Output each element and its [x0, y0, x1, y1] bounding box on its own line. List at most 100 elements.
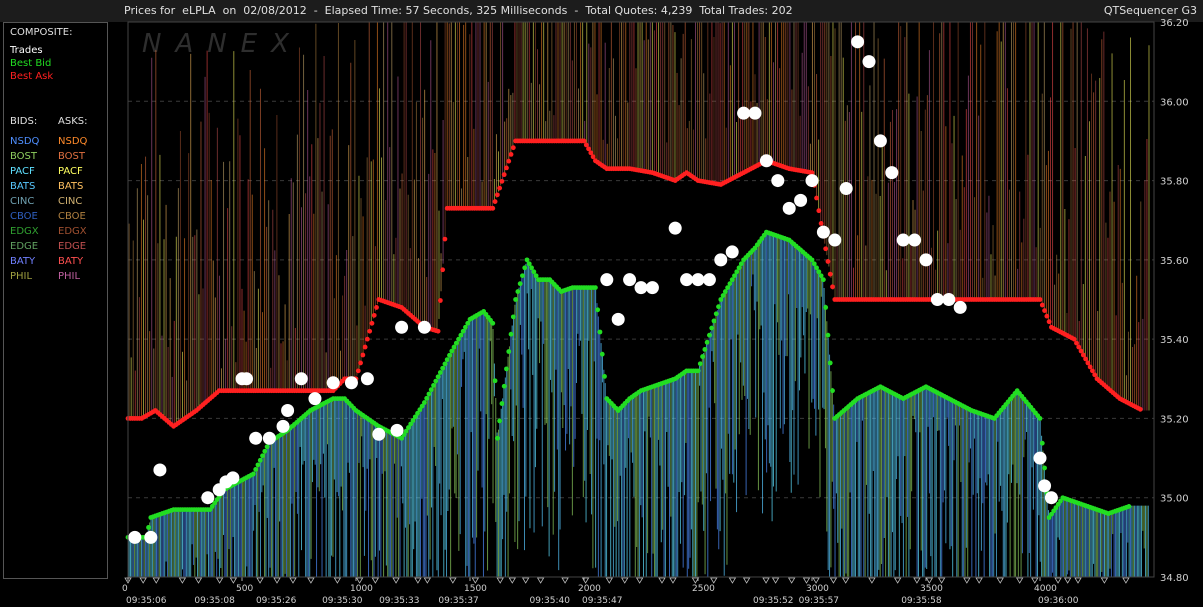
event-marker	[152, 577, 160, 584]
best-bid-point	[513, 297, 518, 302]
trade-point	[249, 431, 263, 445]
event-marker	[893, 577, 902, 584]
event-marker	[812, 577, 820, 584]
trade-point	[326, 376, 340, 390]
best-bid-point	[251, 471, 256, 477]
trade-point	[862, 55, 876, 69]
event-marker	[581, 577, 590, 584]
best-ask-point	[437, 298, 443, 303]
trade-point	[1033, 451, 1047, 465]
best-bid-point	[497, 418, 503, 424]
best-bid-point	[444, 357, 450, 363]
trade-point	[805, 174, 819, 188]
trade-point	[1044, 491, 1058, 505]
event-marker	[1054, 577, 1062, 584]
best-bid-point	[1126, 504, 1132, 509]
event-marker	[829, 577, 838, 584]
trade-point	[600, 273, 614, 287]
best-bid-point	[447, 352, 452, 358]
best-ask-point	[1137, 406, 1143, 412]
best-bid-point	[508, 331, 514, 337]
trade-point	[395, 320, 409, 334]
best-bid-point	[510, 314, 516, 320]
trade-point	[896, 233, 910, 247]
best-bid-point	[435, 374, 441, 380]
best-ask-point	[814, 195, 819, 201]
y-tick-label: 35.60	[1160, 256, 1189, 267]
y-tick-label: 35.00	[1160, 494, 1189, 505]
best-bid-point	[599, 351, 605, 357]
event-marker	[178, 577, 187, 584]
best-bid-point	[260, 453, 265, 459]
best-bid-point	[700, 354, 705, 359]
trade-point	[873, 134, 887, 148]
trade-point	[702, 273, 716, 287]
best-bid-point	[257, 457, 263, 463]
best-bid-point	[255, 462, 261, 468]
best-bid-point	[821, 277, 826, 283]
trade-point	[737, 106, 751, 120]
event-marker	[561, 577, 569, 584]
best-ask-point	[371, 312, 377, 318]
trade-point	[645, 281, 659, 295]
best-ask-point	[501, 172, 507, 178]
y-tick-label: 35.40	[1160, 335, 1189, 346]
best-bid-point	[422, 400, 427, 405]
event-marker	[996, 577, 1004, 584]
time-label: 09:35:30	[322, 596, 363, 606]
trade-point	[771, 174, 785, 188]
event-marker	[496, 577, 504, 584]
time-label: 09:35:06	[126, 596, 167, 606]
best-bid-point	[713, 311, 719, 317]
best-ask-point	[365, 336, 370, 342]
x-tick-label: 3000	[806, 584, 829, 594]
event-marker	[414, 577, 422, 584]
time-label: 09:35:58	[901, 596, 942, 606]
event-marker	[289, 577, 297, 584]
best-ask-point	[360, 352, 366, 358]
best-ask-point	[367, 328, 373, 334]
event-marker	[937, 577, 946, 584]
best-ask-point	[490, 205, 496, 211]
best-bid-point	[707, 332, 712, 338]
best-bid-point	[437, 370, 443, 375]
trade-point	[153, 463, 167, 477]
y-tick-label: 36.20	[1160, 18, 1189, 29]
trade-point	[885, 166, 899, 180]
x-tick-label: 3500	[920, 584, 943, 594]
event-marker	[771, 577, 780, 584]
best-bid-point	[517, 281, 523, 287]
trade-point	[276, 419, 290, 433]
trade-point	[714, 253, 728, 267]
best-ask-point	[506, 158, 512, 164]
best-bid-point	[823, 305, 829, 310]
best-bid-point	[825, 332, 831, 338]
best-ask-point	[358, 360, 363, 366]
event-marker	[728, 577, 737, 584]
event-marker	[1074, 577, 1082, 584]
y-tick-label: 36.00	[1160, 97, 1189, 108]
best-bid-point	[595, 307, 601, 313]
best-bid-point	[522, 265, 528, 271]
event-marker	[710, 577, 718, 584]
event-marker	[392, 577, 400, 584]
trade-point	[390, 423, 404, 437]
best-bid-point	[431, 382, 436, 388]
best-bid-point	[1042, 465, 1047, 471]
best-bid-point	[830, 388, 835, 394]
best-ask-point	[1046, 319, 1052, 325]
event-marker	[913, 577, 921, 584]
price-chart: 34.80 35.00 35.20 35.40 35.60 35.80 36.00 36.20…	[122, 18, 1189, 606]
event-marker	[762, 577, 770, 584]
best-ask-point	[499, 178, 505, 184]
trade-point	[281, 404, 295, 417]
best-ask-point	[830, 284, 835, 290]
time-label: 09:35:40	[530, 596, 571, 606]
trade-point	[344, 376, 358, 390]
best-ask-point	[362, 344, 368, 350]
event-marker	[215, 577, 224, 584]
event-marker	[355, 577, 364, 584]
event-marker	[841, 577, 850, 584]
trade-point	[919, 253, 933, 267]
best-ask-point	[374, 305, 379, 310]
